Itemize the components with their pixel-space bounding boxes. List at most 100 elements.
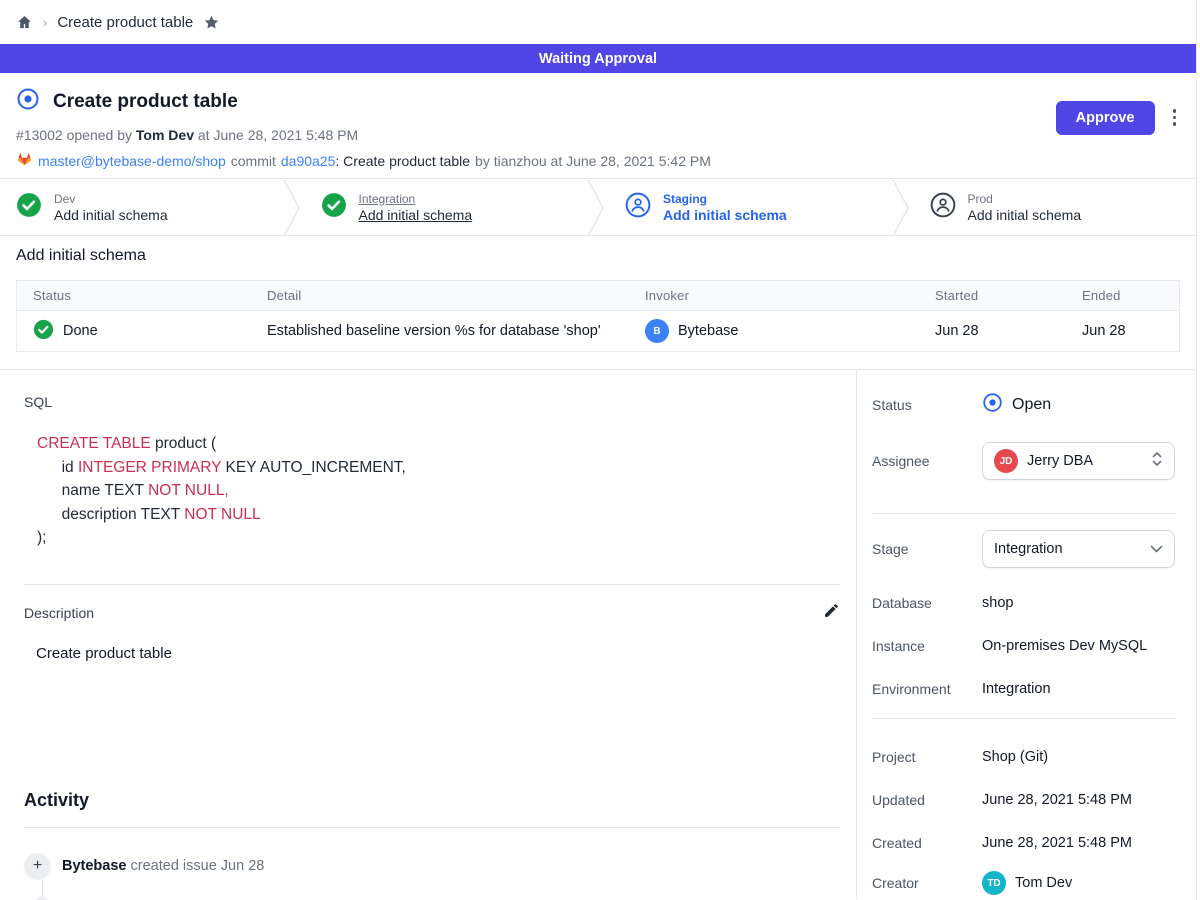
stage-task-label: Add initial schema [54, 207, 168, 223]
activity-item: + Bytebase created issue Jun 28 [24, 853, 840, 880]
branch-repo-link[interactable]: master@bytebase-demo/shop [38, 153, 226, 169]
assignee-label: Assignee [872, 453, 982, 469]
check-circle-icon [321, 192, 347, 223]
done-check-icon [33, 319, 54, 344]
plus-icon: + [24, 853, 51, 880]
waiting-approval-banner: Waiting Approval [0, 44, 1196, 73]
divider [24, 584, 840, 585]
commit-hash-link[interactable]: da90a25 [281, 153, 336, 169]
activity-actor: Bytebase [62, 858, 126, 874]
timeline-next-node [35, 896, 49, 900]
stage-task-label: Add initial schema [968, 207, 1082, 223]
task-detail: Established baseline version %s for data… [251, 323, 629, 339]
stage-select[interactable]: Integration [982, 530, 1175, 568]
stage-separator [587, 179, 605, 237]
stage-staging[interactable]: StagingAdd initial schema [605, 179, 892, 235]
approve-button[interactable]: Approve [1056, 101, 1155, 135]
issue-id: #13002 opened by [16, 127, 132, 143]
edit-pencil-icon[interactable] [823, 602, 840, 624]
created-label: Created [872, 835, 982, 851]
open-status-icon [16, 87, 40, 116]
column-header-started: Started [919, 288, 1066, 303]
stage-prod[interactable]: ProdAdd initial schema [910, 179, 1197, 235]
environment-label: Environment [872, 681, 982, 697]
task-status: Done [63, 323, 98, 339]
table-row: Done Established baseline version %s for… [17, 311, 1179, 351]
database-value: shop [982, 595, 1013, 611]
stage-task-label: Add initial schema [359, 207, 473, 223]
stage-env-label: Dev [54, 192, 168, 206]
assignee-value: Jerry DBA [1027, 453, 1142, 469]
page: › Create product table Waiting Approval … [0, 0, 1197, 900]
stage-separator [892, 179, 910, 237]
task-section-title: Add initial schema [16, 247, 1180, 265]
task-table: Status Detail Invoker Started Ended Done… [16, 280, 1180, 352]
project-value: Shop (Git) [982, 749, 1048, 765]
stage-env-label: Staging [663, 192, 787, 206]
chevron-down-icon [1150, 541, 1163, 557]
sql-text: name TEXT [53, 482, 148, 499]
sql-text: description TEXT [53, 506, 184, 523]
sql-label: SQL [24, 394, 840, 410]
sql-text: id [53, 459, 78, 476]
invoker-avatar: B [645, 319, 669, 343]
chevron-right-icon: › [43, 15, 47, 30]
divider [872, 513, 1176, 514]
divider [24, 827, 840, 828]
stage-integration[interactable]: IntegrationAdd initial schema [301, 179, 588, 235]
divider [872, 718, 1176, 719]
timeline-connector [42, 880, 43, 896]
creator-avatar: TD [982, 871, 1006, 895]
issue-opened-time: at June 28, 2021 5:48 PM [198, 127, 358, 143]
issue-author: Tom Dev [136, 127, 194, 143]
kebab-menu-icon[interactable] [1169, 101, 1181, 134]
updated-value: June 28, 2021 5:48 PM [982, 792, 1132, 808]
created-value: June 28, 2021 5:48 PM [982, 835, 1132, 851]
status-label: Status [872, 397, 982, 413]
commit-message: : Create product table [335, 153, 470, 169]
assignee-avatar: JD [994, 449, 1018, 473]
status-value: Open [1012, 396, 1051, 414]
database-label: Database [872, 595, 982, 611]
instance-label: Instance [872, 638, 982, 654]
project-label: Project [872, 749, 982, 765]
commit-word: commit [231, 153, 276, 169]
task-started: Jun 28 [919, 323, 1066, 339]
star-icon[interactable] [203, 14, 220, 31]
sql-keyword: INTEGER PRIMARY [78, 459, 221, 476]
column-header-invoker: Invoker [629, 288, 919, 303]
column-header-detail: Detail [251, 288, 629, 303]
issue-meta: #13002 opened by Tom Dev at June 28, 202… [16, 127, 711, 143]
description-label: Description [24, 605, 94, 621]
task-ended: Jun 28 [1066, 323, 1179, 339]
sql-code-block: CREATE TABLE product ( id INTEGER PRIMAR… [24, 432, 840, 550]
stage-env-label: Prod [968, 192, 1082, 206]
stage-dev[interactable]: DevAdd initial schema [0, 179, 283, 235]
selector-up-down-icon [1151, 451, 1163, 471]
updated-label: Updated [872, 792, 982, 808]
instance-value: On-premises Dev MySQL [982, 638, 1147, 654]
person-circle-icon [930, 192, 956, 223]
assignee-select[interactable]: JD Jerry DBA [982, 442, 1175, 480]
sql-keyword: CREATE TABLE [37, 435, 151, 452]
gitlab-icon [16, 151, 33, 170]
activity-title: Activity [24, 790, 840, 811]
page-title: Create product table [53, 91, 238, 113]
description-content[interactable]: Create product table [24, 645, 840, 662]
sql-keyword: NOT NULL, [148, 482, 229, 499]
stage-env-label: Integration [359, 192, 473, 206]
commit-line: master@bytebase-demo/shop commit da90a25… [16, 151, 711, 170]
home-icon[interactable] [16, 14, 33, 31]
sidebar: Status Open Assignee JD Jerry DBA [857, 370, 1196, 899]
sql-text: KEY AUTO_INCREMENT, [221, 459, 406, 476]
sql-keyword: NOT NULL [184, 506, 260, 523]
breadcrumb-page-title[interactable]: Create product table [57, 14, 193, 31]
task-section: Add initial schema Status Detail Invoker… [0, 236, 1196, 369]
stage-separator [283, 179, 301, 237]
stage-task-label: Add initial schema [663, 207, 787, 223]
check-circle-icon [16, 192, 42, 223]
open-status-icon [982, 392, 1003, 418]
stage-label: Stage [872, 541, 982, 557]
stage-value: Integration [994, 541, 1141, 557]
environment-value: Integration [982, 681, 1051, 697]
